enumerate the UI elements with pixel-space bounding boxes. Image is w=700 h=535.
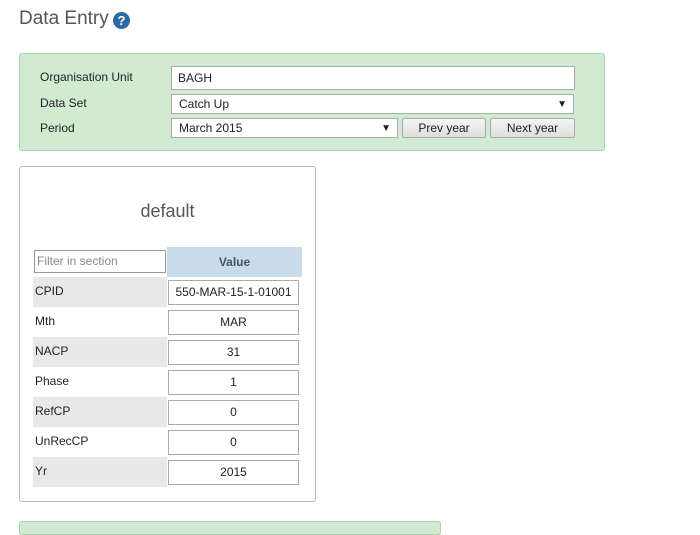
row-value-input[interactable]: 1 bbox=[168, 370, 299, 395]
value-column-header: Value bbox=[167, 247, 302, 277]
page-title: Data Entry bbox=[19, 8, 109, 29]
data-set-select[interactable]: Catch Up ▼ bbox=[171, 94, 574, 114]
filter-input[interactable]: Filter in section bbox=[34, 250, 166, 273]
data-set-value: Catch Up bbox=[179, 97, 230, 111]
dropdown-arrow-icon: ▼ bbox=[557, 98, 567, 110]
section-title: default bbox=[140, 201, 195, 221]
row-label: Mth bbox=[35, 314, 56, 328]
data-set-label: Data Set bbox=[40, 96, 87, 110]
help-icon[interactable]: ? bbox=[113, 12, 130, 29]
row-value-input[interactable]: 31 bbox=[168, 340, 299, 365]
row-value-input[interactable]: 0 bbox=[168, 430, 299, 455]
row-label: RefCP bbox=[33, 397, 167, 427]
dropdown-arrow-icon: ▼ bbox=[381, 122, 391, 134]
row-label: Phase bbox=[35, 374, 70, 388]
period-label: Period bbox=[40, 121, 75, 135]
row-value-input[interactable]: 0 bbox=[168, 400, 299, 425]
row-label: Yr bbox=[33, 457, 167, 487]
row-value-input[interactable]: 550-MAR-15-1-01001 bbox=[168, 280, 299, 305]
next-year-button[interactable]: Next year bbox=[490, 118, 575, 138]
row-label: UnRecCP bbox=[35, 434, 89, 448]
row-label: NACP bbox=[33, 337, 167, 367]
bottom-panel bbox=[19, 521, 441, 535]
org-unit-field[interactable]: BAGH bbox=[171, 66, 575, 90]
org-unit-label: Organisation Unit bbox=[40, 70, 133, 84]
org-unit-value: BAGH bbox=[178, 71, 213, 85]
row-label: CPID bbox=[33, 277, 167, 307]
prev-year-button[interactable]: Prev year bbox=[402, 118, 486, 138]
period-value: March 2015 bbox=[179, 121, 243, 135]
period-select[interactable]: March 2015 ▼ bbox=[171, 118, 398, 138]
row-value-input[interactable]: 2015 bbox=[168, 460, 299, 485]
row-value-input[interactable]: MAR bbox=[168, 310, 299, 335]
